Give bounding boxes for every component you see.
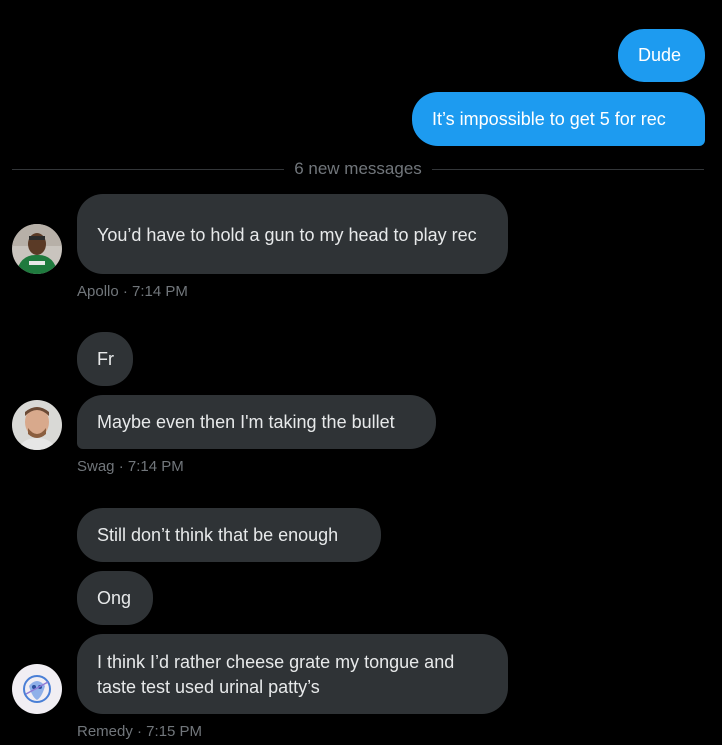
- sent-message-bubble[interactable]: Dude: [618, 29, 705, 82]
- apollo-avatar[interactable]: [12, 224, 62, 274]
- sent-message-text: It’s impossible to get 5 for rec: [432, 108, 666, 129]
- received-message-text: Fr: [97, 348, 114, 369]
- sent-message-text: Dude: [638, 45, 682, 65]
- divider-line-left: [12, 168, 285, 170]
- received-message-bubble[interactable]: I think I’d rather cheese grate my tongu…: [77, 634, 508, 714]
- message-meta-apollo: Apollo · 7:14 PM: [77, 283, 188, 300]
- blue-sketch-avatar-icon: [12, 664, 62, 714]
- received-message-bubble[interactable]: You’d have to hold a gun to my head to p…: [77, 194, 508, 274]
- received-message-bubble[interactable]: Fr: [77, 332, 133, 386]
- person-green-jersey-avatar-icon: [12, 224, 62, 274]
- sent-message-bubble[interactable]: It’s impossible to get 5 for rec: [412, 92, 705, 146]
- received-message-bubble[interactable]: Maybe even then I'm taking the bullet: [77, 395, 436, 449]
- message-meta-swag: Swag · 7:14 PM: [77, 458, 184, 475]
- received-message-text: Still don’t think that be enough: [97, 524, 339, 545]
- received-message-text: You’d have to hold a gun to my head to p…: [97, 224, 477, 245]
- received-message-bubble[interactable]: Still don’t think that be enough: [77, 508, 381, 562]
- received-message-text: I think I’d rather cheese grate my tongu…: [97, 652, 455, 697]
- divider-line-right: [431, 168, 705, 170]
- new-messages-label: 6 new messages: [294, 159, 422, 178]
- swag-avatar[interactable]: [12, 400, 62, 450]
- remedy-avatar[interactable]: [12, 664, 62, 714]
- received-message-text: Maybe even then I'm taking the bullet: [97, 411, 395, 432]
- received-message-text: Ong: [97, 587, 132, 608]
- new-messages-divider: 6 new messages: [12, 158, 705, 180]
- person-portrait-avatar-icon: [12, 400, 62, 450]
- received-message-bubble[interactable]: Ong: [77, 571, 153, 625]
- message-meta-remedy: Remedy · 7:15 PM: [77, 723, 203, 740]
